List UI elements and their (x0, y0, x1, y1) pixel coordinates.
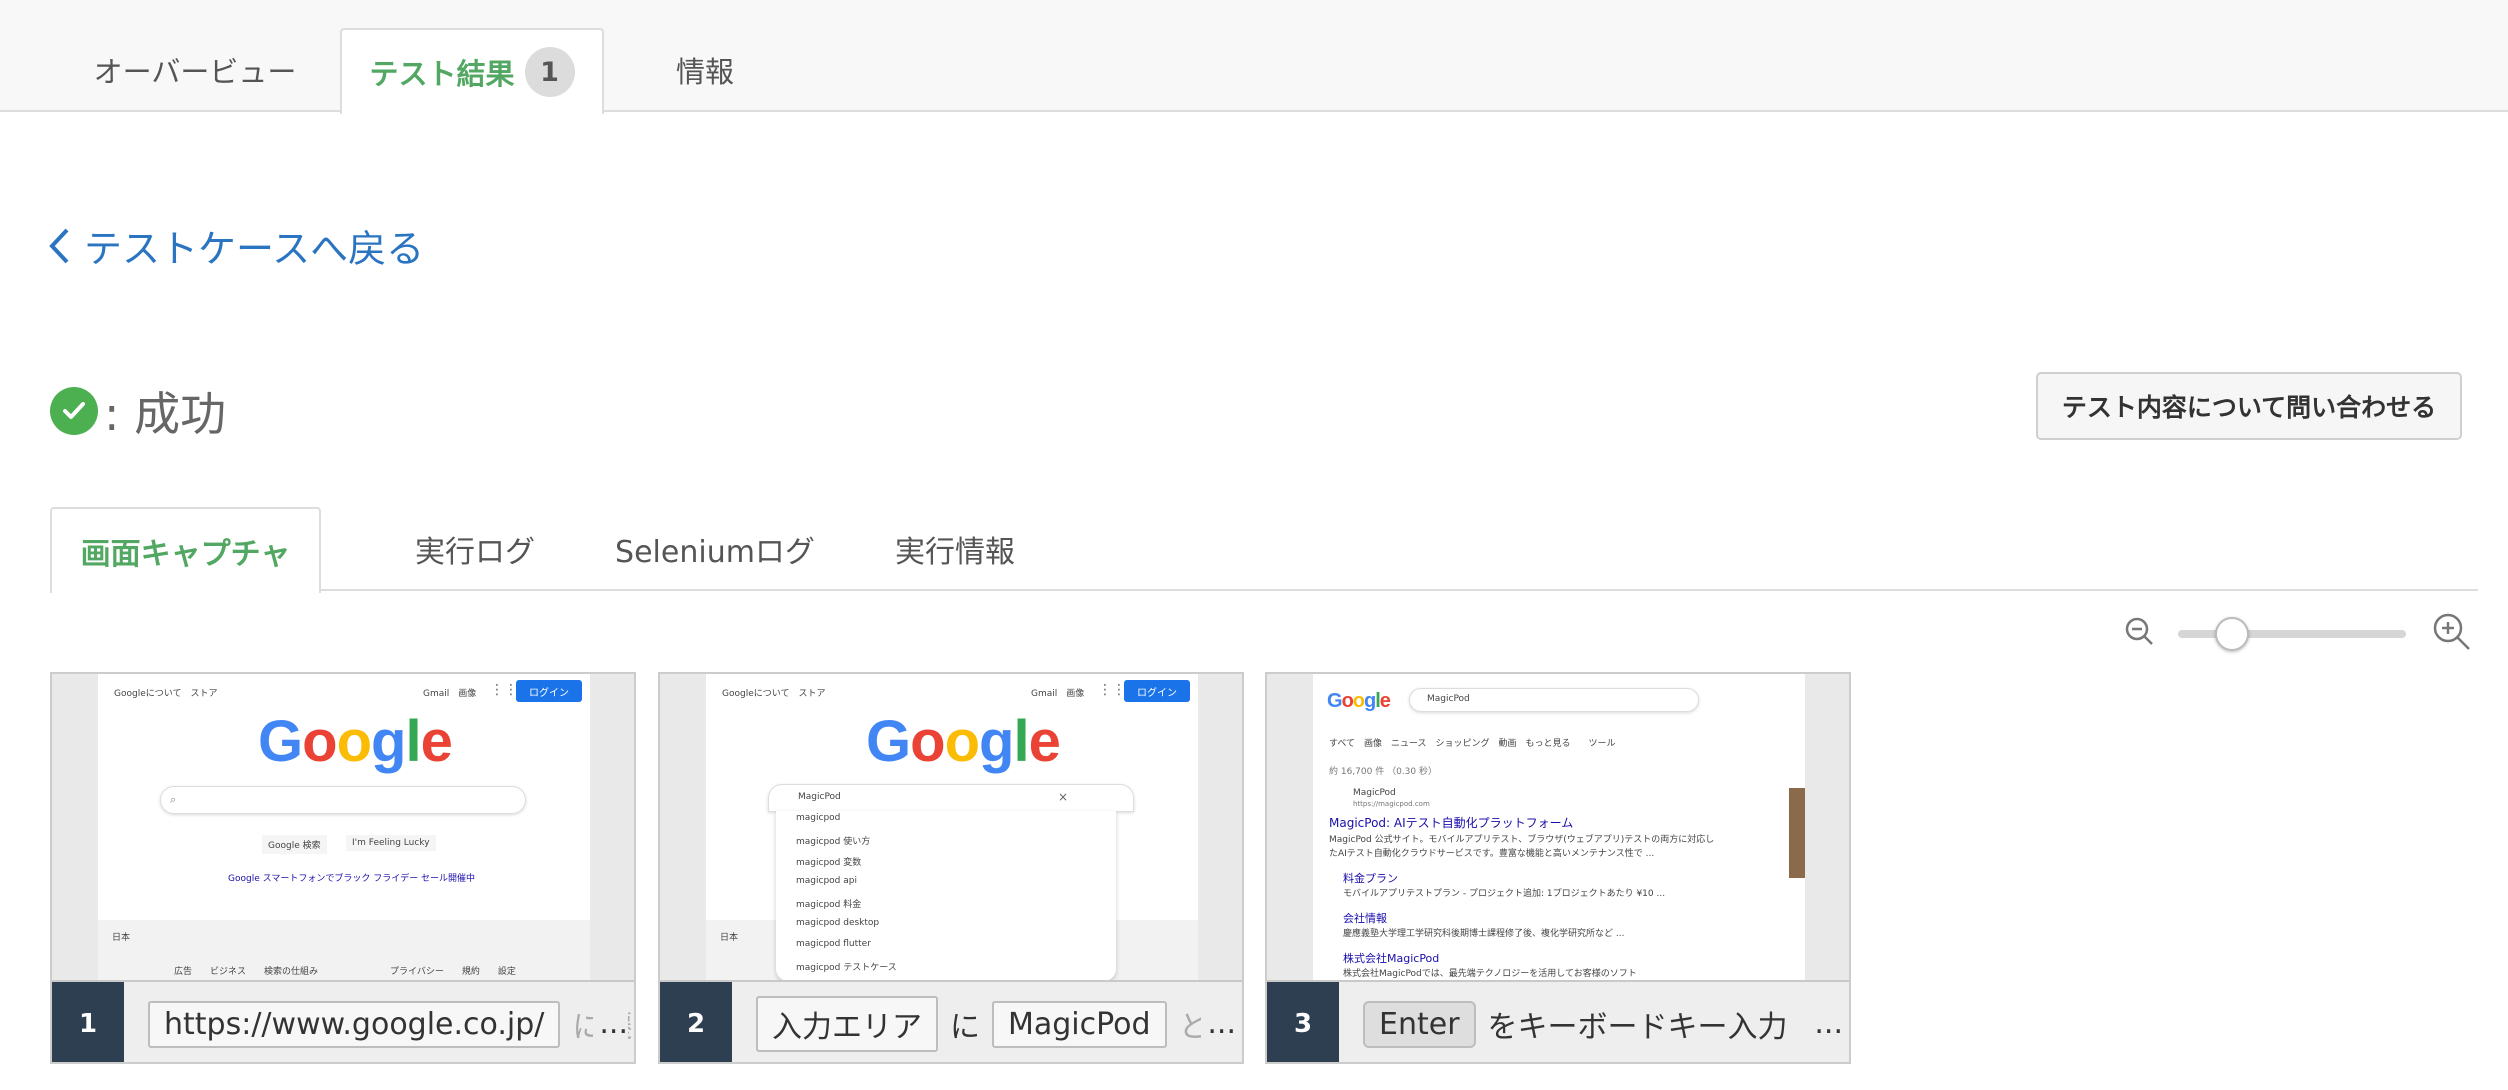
step-url-chip: https://www.google.co.jp/ (148, 1000, 561, 1048)
tab-execution-info[interactable]: 実行情報 (850, 507, 1060, 591)
suggestion-item: magicpod 料金 (796, 900, 862, 910)
inquiry-button[interactable]: テスト内容について問い合わせる (2036, 372, 2462, 440)
shot-side-image (1789, 788, 1805, 878)
success-check-icon (50, 387, 98, 435)
sub-tab-bar: 画面キャプチャ 実行ログ Seleniumログ 実行情報 (50, 507, 2478, 593)
tab-execution-info-label: 実行情報 (895, 535, 1015, 570)
suggestion-item: magicpod 使い方 (796, 837, 871, 847)
chevron-left-icon (49, 228, 69, 263)
capture-caption: 2 入力エリア に MagicPod と ... (660, 980, 1242, 1062)
shot-site-url: https://magicpod.com (1353, 800, 1430, 808)
step-number: 2 (660, 982, 732, 1062)
shot-sublink-title: 株式会社MagicPod (1343, 952, 1440, 965)
shot-search-icon: ⌕ (170, 793, 177, 806)
suggestion-item: magicpod flutter (796, 939, 871, 949)
tab-screen-capture-label: 画面キャプチャ (80, 537, 291, 572)
shot-footer-country: 日本 (720, 933, 739, 943)
shot-sublink-desc: モバイルアプリテストプラン - プロジェクト追加: 1プロジェクトあたり ¥10… (1343, 889, 1666, 899)
shot-clear-icon: × (1058, 790, 1069, 804)
shot-lucky-button: I'm Feeling Lucky (346, 835, 436, 851)
top-tab-bar: オーバービュー テスト結果 1 情報 (0, 0, 2508, 114)
step-more-ellipsis[interactable]: ... (1808, 1006, 1843, 1041)
step-value-chip: MagicPod (992, 1000, 1167, 1048)
zoom-out-icon[interactable] (2124, 616, 2156, 652)
step-key-chip: Enter (1363, 1000, 1476, 1048)
shot-search-query: MagicPod (798, 792, 841, 802)
shot-suggestion-list: magicpod magicpod 使い方 magicpod 変数 magicp… (776, 811, 1116, 980)
shot-footer-links-2: プライバシー 規約 設定 (390, 967, 516, 977)
tab-test-results-label: テスト結果 (369, 57, 515, 91)
shot-top-left-links: Googleについて ストア (114, 689, 218, 699)
tab-test-results[interactable]: テスト結果 1 (340, 28, 604, 114)
suggestion-item: magicpod 変数 (796, 858, 862, 868)
tab-info[interactable]: 情報 (620, 28, 790, 112)
suggestion-item: magicpod api (796, 876, 857, 886)
shot-top-left-links: Googleについて ストア (722, 689, 826, 699)
step-text: に (950, 1010, 980, 1045)
tab-selenium-log[interactable]: Seleniumログ (570, 507, 860, 591)
shot-sublink-desc: 株式会社MagicPodでは、最先端テクノロジーを活用してお客様のソフト (1343, 969, 1637, 979)
shot-sublink-title: 会社情報 (1343, 912, 1387, 925)
shot-result-count: 約 16,700 件 （0.30 秒） (1329, 767, 1437, 777)
shot-result-desc-2: たAIテスト自動化クラウドサービスです。豊富な機能と高いメンテナンス性で ... (1329, 849, 1655, 859)
shot-login-button: ログイン (516, 680, 582, 702)
shot-footer: 日本 広告 ビジネス 検索の仕組み プライバシー 規約 設定 (98, 920, 590, 980)
shot-top-right-links: Gmail 画像 (1031, 689, 1085, 699)
step-more-ellipsis[interactable]: ... (1201, 1006, 1236, 1041)
shot-result-tabs: すべて 画像 ニュース ショッピング 動画 もっと見る ツール (1329, 739, 1616, 749)
step-element-chip: 入力エリア (756, 996, 938, 1052)
back-to-testcase-link[interactable]: テストケースへ戻る (48, 218, 424, 273)
tab-info-label: 情報 (675, 55, 734, 89)
tab-execution-log[interactable]: 実行ログ (350, 507, 600, 591)
capture-screenshot[interactable]: Google MagicPod すべて 画像 ニュース ショッピング 動画 もっ… (1313, 674, 1805, 980)
zoom-slider-track[interactable] (2178, 630, 2406, 638)
test-status: : 成功 (50, 378, 226, 444)
tab-overview[interactable]: オーバービュー (60, 28, 330, 112)
tab-screen-capture[interactable]: 画面キャプチャ (50, 507, 321, 593)
shot-login-button: ログイン (1124, 680, 1190, 702)
back-link-label: テストケースへ戻る (84, 227, 425, 271)
shot-sublink-title: 料金プラン (1343, 872, 1398, 885)
status-label: : 成功 (104, 387, 227, 441)
capture-caption: 3 Enter をキーボードキー入力 ... (1267, 980, 1849, 1062)
shot-top-right-links: Gmail 画像 (423, 689, 477, 699)
step-text: をキーボードキー入力 (1487, 1010, 1788, 1045)
suggestion-item: magicpod desktop (796, 918, 880, 928)
shot-site-name: MagicPod (1353, 788, 1396, 798)
shot-footer-country: 日本 (112, 933, 131, 943)
result-count-badge: 1 (524, 47, 575, 97)
zoom-slider-thumb[interactable] (2214, 617, 2249, 651)
shot-search-box (160, 786, 526, 814)
capture-screenshot[interactable]: Googleについて ストア Gmail 画像 ⋮⋮⋮ ログイン Google … (706, 674, 1198, 980)
step-number: 3 (1267, 982, 1339, 1062)
shot-search-query: MagicPod (1427, 694, 1470, 704)
capture-card[interactable]: Googleについて ストア Gmail 画像 ⋮⋮⋮ ログイン Google … (50, 672, 636, 1064)
tab-overview-label: オーバービュー (93, 55, 297, 89)
shot-sublink-desc: 慶應義塾大学理工学研究科後期博士課程修了後、複化学研究所など ... (1343, 929, 1625, 939)
shot-promo-text: Google スマートフォンでブラック フライデー セール開催中 (228, 874, 476, 884)
tab-selenium-log-label: Seleniumログ (615, 535, 815, 570)
google-logo: Google (1327, 690, 1391, 712)
suggestion-item: magicpod テストケース (796, 963, 897, 973)
shot-google-search-button: Google 検索 (262, 835, 327, 854)
step-more-ellipsis[interactable]: ... (593, 1006, 628, 1041)
shot-result-title: MagicPod: AIテスト自動化プラットフォーム (1329, 816, 1574, 830)
capture-card[interactable]: Google MagicPod すべて 画像 ニュース ショッピング 動画 もっ… (1265, 672, 1851, 1064)
step-number: 1 (52, 982, 124, 1062)
shot-footer-links: 広告 ビジネス 検索の仕組み (174, 967, 319, 977)
google-logo: Google (866, 709, 1061, 774)
shot-result-desc: MagicPod 公式サイト。モバイルアプリテスト、ブラウザ(ウェブアプリ)テス… (1329, 835, 1715, 845)
tab-execution-log-label: 実行ログ (415, 535, 535, 570)
zoom-in-icon[interactable] (2432, 612, 2472, 656)
capture-screenshot[interactable]: Googleについて ストア Gmail 画像 ⋮⋮⋮ ログイン Google … (98, 674, 590, 980)
capture-caption: 1 https://www.google.co.jp/ に遷 ... (52, 980, 634, 1062)
capture-card[interactable]: Googleについて ストア Gmail 画像 ⋮⋮⋮ ログイン Google … (658, 672, 1244, 1064)
google-logo: Google (258, 709, 453, 774)
suggestion-item: magicpod (796, 813, 841, 823)
